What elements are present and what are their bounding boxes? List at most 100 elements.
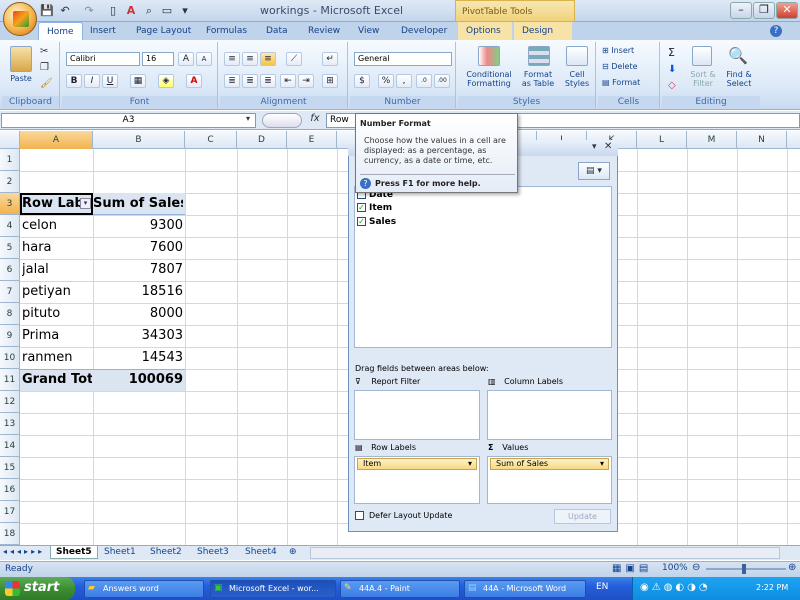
row-header[interactable]: 18: [0, 523, 20, 545]
wrap-text-icon[interactable]: ↵: [322, 52, 338, 66]
pivot-row-label[interactable]: jalal: [22, 259, 92, 281]
language-indicator[interactable]: EN: [596, 582, 608, 592]
sheet-tab-sheet4[interactable]: Sheet4: [240, 546, 282, 559]
conditional-formatting-button[interactable]: Conditional Formatting: [460, 70, 518, 88]
row-header[interactable]: 4: [0, 215, 20, 237]
column-header[interactable]: M: [687, 131, 737, 149]
pivot-row-label[interactable]: pituto: [22, 303, 92, 325]
insert-function-button[interactable]: fx: [305, 113, 325, 128]
undo-icon[interactable]: ↶: [58, 4, 72, 18]
zoom-out-icon[interactable]: ⊖: [692, 562, 700, 573]
align-middle-icon[interactable]: ≡: [242, 52, 258, 66]
row-header[interactable]: 6: [0, 259, 20, 281]
fill-color-icon[interactable]: ◈: [158, 74, 174, 88]
format-as-table-button[interactable]: Format as Table: [516, 70, 560, 88]
column-labels-area[interactable]: [487, 390, 612, 440]
taskbar-item-active[interactable]: Microsoft Excel - wor...: [210, 580, 336, 598]
pivot-grand-total-label[interactable]: Grand Tota: [22, 369, 92, 391]
column-header[interactable]: D: [237, 131, 287, 149]
cell-styles-button[interactable]: Cell Styles: [558, 70, 596, 88]
pivot-row-label[interactable]: ranmen: [22, 347, 92, 369]
tray-icons[interactable]: ◉⚠◍◐◑◔: [640, 582, 711, 593]
column-header[interactable]: E: [287, 131, 337, 149]
paste-icon[interactable]: [10, 46, 32, 72]
redo-icon[interactable]: ↷: [82, 4, 96, 18]
row-header[interactable]: 5: [0, 237, 20, 259]
row-field-item-pill[interactable]: Item ▾: [357, 458, 477, 470]
pivot-row-label[interactable]: hara: [22, 237, 92, 259]
currency-button[interactable]: $: [354, 74, 370, 88]
autosum-icon[interactable]: Σ: [668, 46, 675, 59]
help-icon[interactable]: ?: [770, 25, 782, 37]
underline-button[interactable]: U: [102, 74, 118, 88]
shrink-font-icon[interactable]: A: [196, 52, 212, 66]
pivot-sum-header[interactable]: Sum of Sales: [93, 193, 183, 215]
name-box[interactable]: A3: [1, 113, 256, 128]
row-header[interactable]: 8: [0, 303, 20, 325]
pivot-row-label[interactable]: petiyan: [22, 281, 92, 303]
sort-filter-button[interactable]: Sort & Filter: [686, 70, 720, 88]
column-header[interactable]: L: [637, 131, 687, 149]
column-header[interactable]: A: [20, 131, 93, 149]
align-top-icon[interactable]: ≡: [224, 52, 240, 66]
merge-center-icon[interactable]: ⊞: [322, 74, 338, 88]
restore-button[interactable]: ❐: [753, 2, 775, 19]
pivot-row-value[interactable]: 18516: [93, 281, 183, 303]
taskbar-item[interactable]: 44A.4 - Paint: [340, 580, 460, 598]
print-preview-icon[interactable]: ⌕: [142, 4, 156, 18]
sheet-tab-sheet3[interactable]: Sheet3: [192, 546, 234, 559]
copy-icon[interactable]: ❐: [40, 62, 49, 73]
tab-insert[interactable]: Insert: [82, 22, 124, 40]
panel-close-icon[interactable]: ✕: [604, 141, 612, 152]
row-header[interactable]: 3: [0, 193, 20, 215]
pivot-row-label[interactable]: celon: [22, 215, 92, 237]
italic-button[interactable]: I: [84, 74, 100, 88]
horizontal-scrollbar[interactable]: [310, 547, 780, 559]
borders-icon[interactable]: ▦: [130, 74, 146, 88]
tab-review[interactable]: Review: [300, 22, 348, 40]
bold-button[interactable]: B: [66, 74, 82, 88]
decrease-indent-icon[interactable]: ⇤: [280, 74, 296, 88]
pivot-row-label[interactable]: Prima: [22, 325, 92, 347]
new-icon[interactable]: ▯: [106, 4, 120, 18]
cut-icon[interactable]: ✂: [40, 46, 48, 57]
orientation-icon[interactable]: ⟋: [286, 52, 302, 66]
align-center-icon[interactable]: ≣: [242, 74, 258, 88]
checkbox-icon[interactable]: [355, 511, 364, 520]
find-select-icon[interactable]: 🔍: [728, 46, 748, 65]
defer-layout-update[interactable]: Defer Layout Update: [355, 511, 452, 520]
grow-font-icon[interactable]: A: [178, 52, 194, 66]
row-header[interactable]: 1: [0, 149, 20, 171]
align-bottom-icon[interactable]: ≡: [260, 52, 276, 66]
pivot-row-value[interactable]: 9300: [93, 215, 183, 237]
update-button[interactable]: Update: [554, 509, 611, 524]
row-header[interactable]: 17: [0, 501, 20, 523]
taskbar-item[interactable]: Answers word: [84, 580, 204, 598]
report-filter-area[interactable]: [354, 390, 480, 440]
align-right-icon[interactable]: ≣: [260, 74, 276, 88]
increase-indent-icon[interactable]: ⇥: [298, 74, 314, 88]
fill-icon[interactable]: ⬇: [668, 64, 676, 75]
tab-developer[interactable]: Developer: [393, 22, 455, 40]
find-select-button[interactable]: Find & Select: [722, 70, 756, 88]
percent-button[interactable]: %: [378, 74, 394, 88]
sheet-nav-arrows-icon[interactable]: ◂◂◂▸▸▸: [3, 547, 45, 556]
tab-page-layout[interactable]: Page Layout: [128, 22, 199, 40]
font-color-icon[interactable]: A: [186, 74, 202, 88]
zoom-slider-track[interactable]: [706, 568, 786, 570]
zoom-level[interactable]: 100%: [662, 563, 688, 573]
tab-data[interactable]: Data: [258, 22, 296, 40]
field-item-sales[interactable]: ✓ Sales: [357, 215, 396, 229]
open-icon[interactable]: ▭: [160, 4, 174, 18]
delete-cells-button[interactable]: ⊟ Delete: [602, 62, 638, 71]
increase-decimal-icon[interactable]: .0: [416, 74, 432, 88]
column-header[interactable]: B: [93, 131, 185, 149]
value-field-sum-pill[interactable]: Sum of Sales ▾: [490, 458, 609, 470]
qat-customize-icon[interactable]: ▾: [178, 4, 192, 18]
name-box-dropdown-icon[interactable]: ▾: [246, 114, 250, 123]
tab-view[interactable]: View: [350, 22, 387, 40]
font-name-combo[interactable]: Calibri: [66, 52, 140, 66]
sheet-tab-sheet5[interactable]: Sheet5: [50, 546, 98, 559]
pivot-row-value[interactable]: 14543: [93, 347, 183, 369]
sheet-tab-sheet1[interactable]: Sheet1: [99, 546, 141, 559]
